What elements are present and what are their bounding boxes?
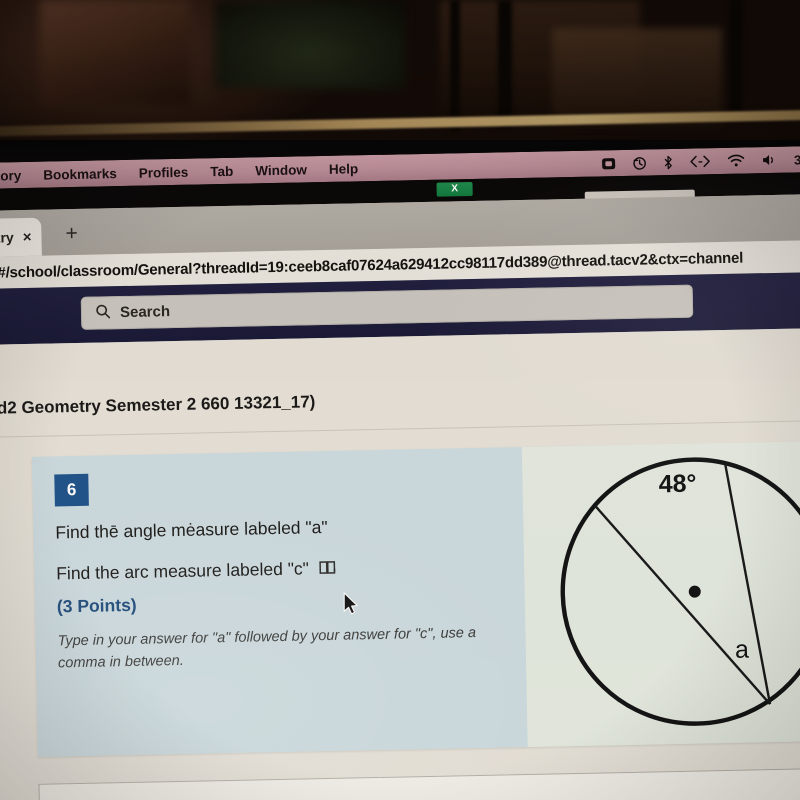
question-number-badge: 6: [54, 473, 89, 507]
os-status-items: 32%: [601, 152, 800, 171]
background-curtain: [40, 0, 190, 105]
close-icon[interactable]: ×: [23, 228, 32, 245]
tab-title: etry: [0, 229, 14, 246]
menu-item-window[interactable]: Window: [255, 162, 307, 178]
browser-tab[interactable]: etry ×: [0, 217, 42, 258]
assignment-page: d2 Geometry Semester 2 660 13321_17) 6 F…: [0, 327, 800, 800]
circle-geometry-diagram: 48° a c: [560, 457, 800, 726]
laptop-screen-photo: story Bookmarks Profiles Tab Window Help: [0, 0, 800, 800]
time-machine-icon[interactable]: [632, 155, 647, 170]
background-post-2: [498, 0, 512, 128]
battery-percent-label: 32%: [793, 151, 800, 168]
menu-item-history[interactable]: story: [0, 168, 21, 184]
answer-input[interactable]: [38, 767, 800, 800]
diagram-panel: 48° a c: [521, 440, 800, 748]
menu-item-bookmarks[interactable]: Bookmarks: [43, 166, 117, 182]
menu-item-profiles[interactable]: Profiles: [139, 164, 189, 180]
volume-icon[interactable]: [761, 153, 778, 167]
question-line-2-text: Find the arc measure labeled "c": [56, 558, 310, 584]
search-input-value: Search: [119, 303, 171, 322]
question-text-panel: 6 Find thē angle mėasure labeled "a" Fi…: [31, 447, 528, 757]
question-points: (3 Points): [56, 594, 137, 617]
developer-icon[interactable]: [689, 154, 711, 168]
question-hint: Type in your answer for "a" followed by …: [57, 625, 477, 672]
question-line-1-text: Find thē angle mėasure labeled "a": [55, 516, 328, 543]
search-icon: [95, 303, 111, 323]
new-tab-button[interactable]: +: [65, 222, 78, 245]
browser-window: etry × + m/_#/school/classroom/General?t…: [0, 193, 800, 800]
menu-item-help[interactable]: Help: [329, 161, 359, 177]
menu-item-tab[interactable]: Tab: [210, 163, 233, 178]
question-line-1: Find thē angle mėasure labeled "a": [55, 513, 501, 543]
question-card: 6 Find thē angle mėasure labeled "a" Fi…: [31, 440, 800, 757]
wifi-icon[interactable]: [727, 154, 745, 168]
room-background: [0, 0, 800, 152]
title-divider: [0, 419, 800, 438]
search-input[interactable]: Search: [80, 284, 694, 330]
diameter-line: [594, 504, 771, 705]
screen-content: story Bookmarks Profiles Tab Window Help: [0, 145, 800, 800]
background-post-3: [730, 0, 742, 120]
center-point: [688, 585, 701, 598]
angle-label-a: a: [735, 636, 750, 664]
immersive-reader-icon[interactable]: [319, 560, 338, 577]
chord-line: [724, 463, 772, 705]
excel-app-icon[interactable]: X: [436, 181, 473, 197]
os-menu-items: story Bookmarks Profiles Tab Window Help: [0, 161, 358, 183]
screen-recording-icon[interactable]: [601, 157, 616, 170]
page-title: d2 Geometry Semester 2 660 13321_17): [0, 392, 316, 418]
question-line-2: Find the arc measure labeled "c": [56, 554, 502, 584]
angle-label-48: 48°: [658, 470, 696, 499]
menu-bar-spacer: [358, 163, 601, 168]
background-plant: [215, 0, 405, 88]
background-post-1: [450, 0, 460, 132]
bluetooth-icon[interactable]: [663, 154, 673, 169]
